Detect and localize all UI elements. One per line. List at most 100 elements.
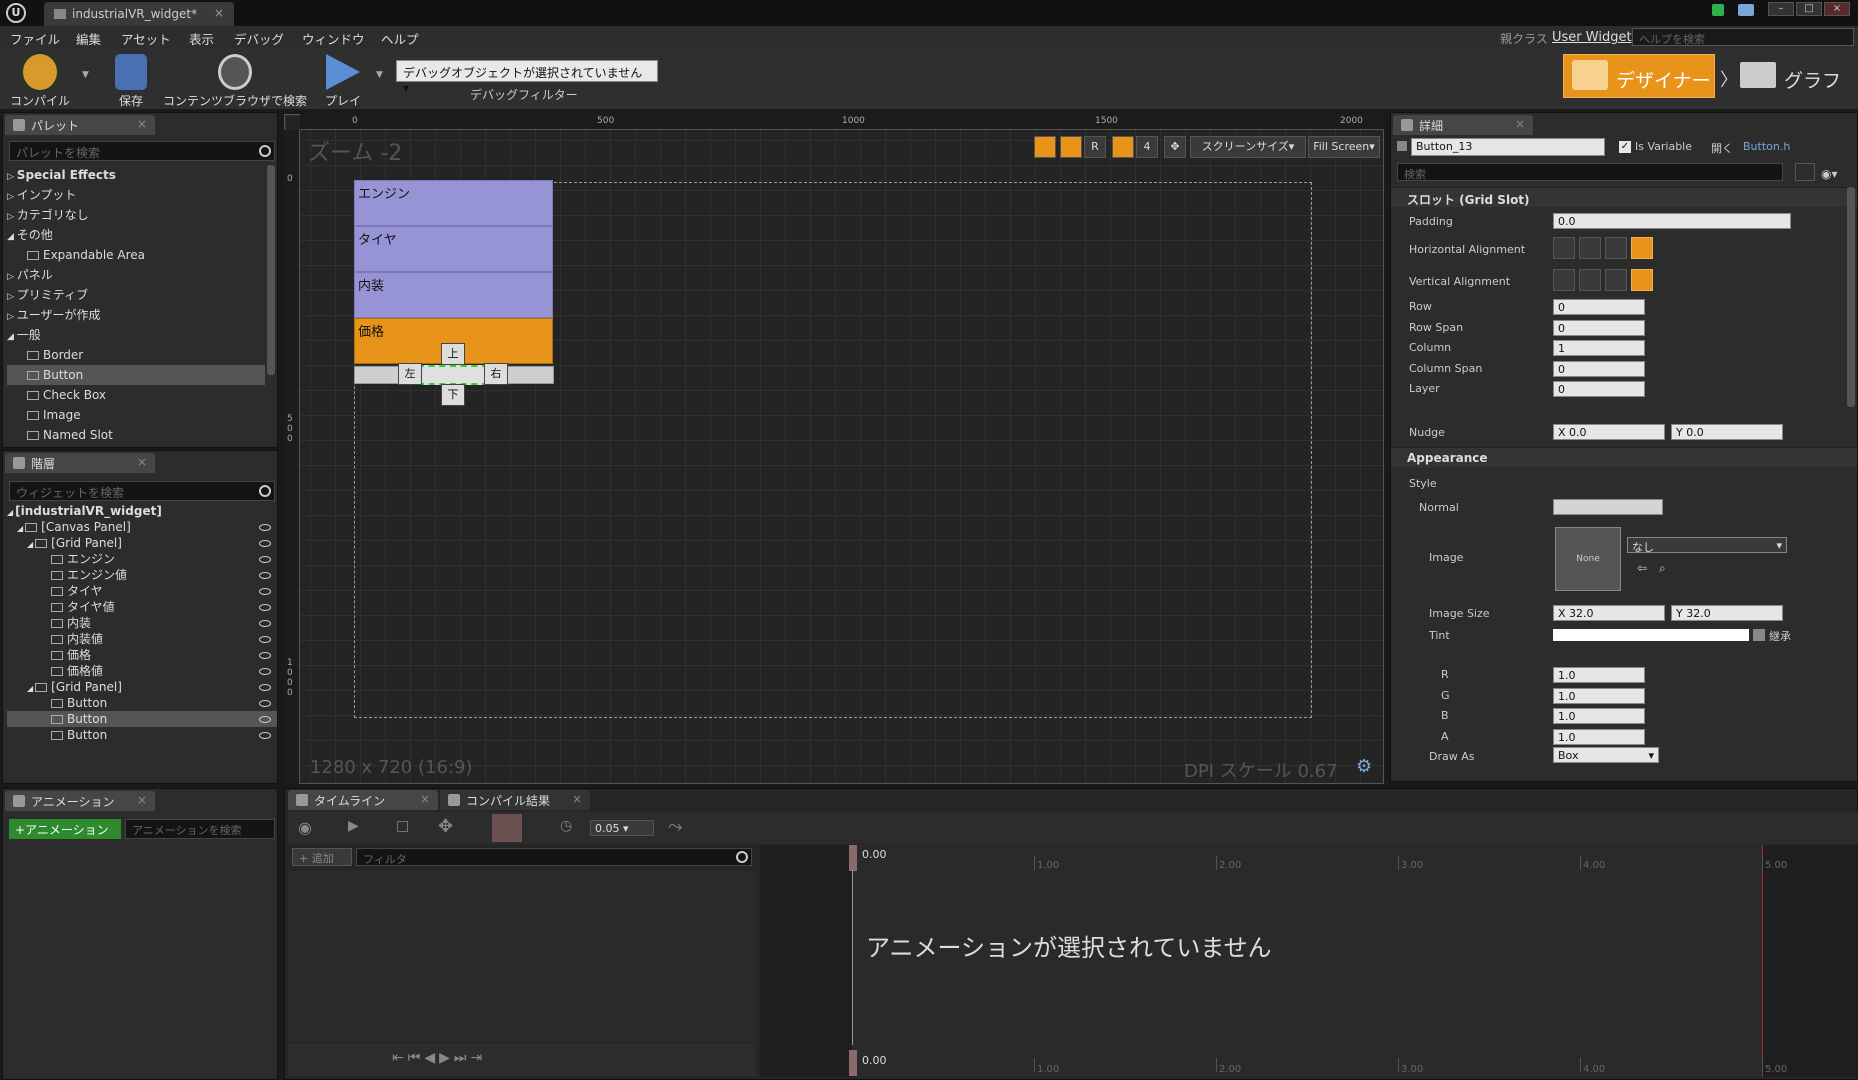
hierarchy-item[interactable]: 価格: [7, 647, 277, 663]
transform-icon[interactable]: ✥: [1164, 136, 1186, 158]
nudge-x-field[interactable]: X 0.0: [1553, 424, 1665, 440]
eye-icon[interactable]: ◉: [298, 818, 312, 837]
close-tab-icon[interactable]: ×: [214, 6, 224, 20]
visibility-eye-icon[interactable]: [259, 636, 271, 643]
valign-bottom-icon[interactable]: [1605, 269, 1627, 291]
gear-icon[interactable]: ⚙: [1356, 756, 1372, 777]
playhead-handle[interactable]: [849, 845, 857, 871]
tab-palette[interactable]: パレット ×: [5, 115, 155, 135]
menu-help[interactable]: ヘルプ: [381, 29, 419, 48]
slot-section-header[interactable]: スロット (Grid Slot): [1391, 187, 1857, 207]
menu-file[interactable]: ファイル: [10, 29, 60, 48]
slot-prop-field[interactable]: 0: [1553, 360, 1645, 377]
outline-toggle-button[interactable]: [1034, 136, 1056, 158]
align-right-icon[interactable]: [1605, 237, 1627, 259]
visibility-eye-icon[interactable]: [259, 572, 271, 579]
hierarchy-item[interactable]: Button: [7, 695, 277, 711]
expanded-arrow-icon[interactable]: ◢: [27, 684, 33, 693]
expanded-arrow-icon[interactable]: ◢: [27, 540, 33, 549]
hierarchy-item[interactable]: ◢ [Grid Panel]: [7, 535, 277, 551]
respect-locks-button[interactable]: R: [1084, 136, 1106, 158]
tint-channel-field[interactable]: 1.0: [1553, 728, 1645, 745]
menu-view[interactable]: 表示: [189, 29, 214, 48]
screen-size-dropdown[interactable]: スクリーンサイズ▾: [1190, 136, 1306, 158]
palette-item[interactable]: Named Slot: [7, 425, 265, 445]
clock-icon[interactable]: ◷: [560, 818, 572, 834]
document-tab[interactable]: industrialVR_widget* ×: [44, 2, 234, 26]
notification-icon[interactable]: [1738, 4, 1754, 16]
menu-edit[interactable]: 編集: [76, 29, 101, 48]
palette-item[interactable]: ▷ ユーザーが作成: [7, 305, 265, 325]
source-control-icon[interactable]: [1712, 4, 1724, 16]
grid-size-button[interactable]: 4: [1136, 136, 1158, 158]
image-size-y-field[interactable]: Y 32.0: [1671, 605, 1783, 621]
image-size-x-field[interactable]: X 32.0: [1553, 605, 1665, 621]
align-left-icon[interactable]: [1553, 237, 1575, 259]
palette-item[interactable]: Image: [7, 405, 265, 425]
slot-prop-field[interactable]: 1: [1553, 340, 1645, 356]
details-scrollbar[interactable]: [1847, 187, 1855, 407]
hierarchy-item[interactable]: エンジン: [7, 551, 277, 567]
layout-toggle-button[interactable]: [1060, 136, 1082, 158]
close-icon[interactable]: ×: [420, 792, 430, 806]
visibility-eye-icon[interactable]: [259, 716, 271, 723]
close-icon[interactable]: ×: [572, 792, 582, 806]
hierarchy-item[interactable]: タイヤ値: [7, 599, 277, 615]
visibility-eye-icon[interactable]: [259, 668, 271, 675]
slot-prop-field[interactable]: 0: [1553, 299, 1645, 315]
slot-prop-field[interactable]: 0: [1553, 319, 1645, 336]
visibility-eye-icon[interactable]: [259, 556, 271, 563]
list-view-icon[interactable]: [1795, 163, 1815, 181]
hierarchy-item[interactable]: Button: [7, 727, 277, 743]
tint-channel-field[interactable]: 1.0: [1553, 687, 1645, 704]
is-variable-checkbox[interactable]: ✓: [1619, 141, 1631, 153]
hierarchy-item[interactable]: ◢ [Canvas Panel]: [7, 519, 277, 535]
details-search-input[interactable]: 検索: [1397, 163, 1783, 181]
align-fill-icon[interactable]: [1631, 237, 1653, 259]
palette-item[interactable]: ◢ その他: [7, 225, 265, 245]
close-window-button[interactable]: ×: [1824, 2, 1850, 16]
visibility-eye-icon[interactable]: [259, 732, 271, 739]
selected-button[interactable]: [418, 365, 488, 385]
curve-icon[interactable]: ⤳: [668, 816, 682, 837]
normal-brush-swatch[interactable]: [1553, 499, 1663, 515]
valign-center-icon[interactable]: [1579, 269, 1601, 291]
appearance-section-header[interactable]: Appearance: [1391, 447, 1857, 467]
hierarchy-item[interactable]: エンジン値: [7, 567, 277, 583]
close-icon[interactable]: ×: [137, 455, 147, 469]
nav-up-button[interactable]: 上: [441, 343, 465, 365]
palette-scrollbar[interactable]: [267, 165, 275, 375]
maximize-button[interactable]: □: [1796, 2, 1822, 16]
hierarchy-item[interactable]: 内装: [7, 615, 277, 631]
hierarchy-item[interactable]: タイヤ: [7, 583, 277, 599]
align-center-icon[interactable]: [1579, 237, 1601, 259]
tab-compile-results[interactable]: コンパイル結果 ×: [440, 790, 590, 810]
hierarchy-search-input[interactable]: ウィジェットを検索: [9, 481, 275, 501]
animation-search-input[interactable]: アニメーションを検索: [125, 819, 275, 839]
stop-icon[interactable]: □: [396, 818, 409, 834]
nav-left-button[interactable]: 左: [398, 363, 422, 385]
play-options-icon[interactable]: ▼: [376, 70, 383, 80]
palette-item[interactable]: ▷ プリミティブ: [7, 285, 265, 305]
snap-interval-select[interactable]: 0.05 ▾: [590, 820, 654, 836]
tint-channel-field[interactable]: 1.0: [1553, 708, 1645, 724]
visibility-eye-icon[interactable]: [259, 524, 271, 531]
nav-down-button[interactable]: 下: [441, 384, 465, 406]
fill-screen-dropdown[interactable]: Fill Screen▾: [1308, 136, 1380, 158]
visibility-eye-icon[interactable]: [259, 700, 271, 707]
expanded-arrow-icon[interactable]: ◢: [7, 508, 13, 517]
grid-cell-engine[interactable]: エンジン: [354, 180, 553, 226]
parent-class-link[interactable]: User Widget: [1552, 30, 1632, 45]
browse-asset-icon[interactable]: ⌕: [1659, 561, 1666, 576]
hierarchy-item[interactable]: ◢ [industrialVR_widget]: [7, 503, 277, 519]
tint-channel-field[interactable]: 1.0: [1553, 667, 1645, 683]
tab-details[interactable]: 詳細 ×: [1393, 115, 1533, 135]
palette-item[interactable]: ◢ 一般: [7, 325, 265, 345]
valign-top-icon[interactable]: [1553, 269, 1575, 291]
palette-item[interactable]: Border: [7, 345, 265, 365]
track-filter-input[interactable]: フィルタ: [356, 848, 752, 866]
add-animation-button[interactable]: +アニメーション: [9, 819, 121, 839]
help-search-input[interactable]: ヘルプを検索: [1632, 28, 1854, 46]
debug-object-select[interactable]: デバッグオブジェクトが選択されていません ▾: [396, 60, 658, 95]
tab-animation[interactable]: アニメーション ×: [5, 791, 155, 811]
